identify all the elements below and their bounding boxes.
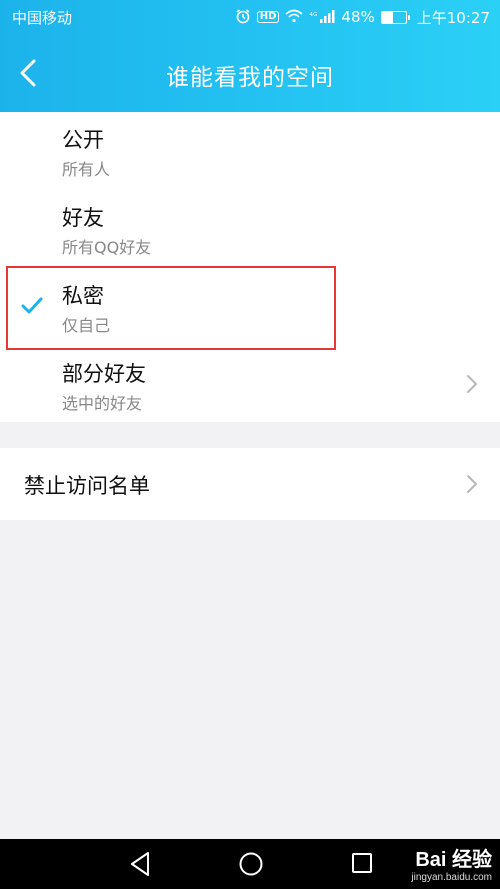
square-recents-icon (352, 853, 372, 873)
option-subtitle: 所有QQ好友 (62, 238, 152, 257)
option-title: 好友 (62, 206, 104, 230)
system-nav-bar: Bai 经验 jingyan.baidu.com (0, 839, 500, 889)
chevron-right-icon (466, 374, 478, 398)
clock: 上午10:27 (416, 8, 490, 27)
option-friends[interactable]: 好友 所有QQ好友 (0, 190, 500, 268)
option-some-friends[interactable]: 部分好友 选中的好友 (0, 346, 500, 424)
watermark-main: Bai 经验 (415, 849, 492, 871)
block-list-item[interactable]: 禁止访问名单 (0, 448, 500, 520)
checkmark-icon (20, 296, 44, 320)
block-list-section: 禁止访问名单 (0, 448, 500, 520)
nav-back-button[interactable] (128, 851, 152, 881)
circle-home-icon (239, 852, 263, 876)
status-bar: 中国移动 HD ⁴ᴳ 48% 上午10:27 (0, 0, 500, 34)
alarm-icon (235, 8, 251, 27)
watermark-sub: jingyan.baidu.com (411, 872, 492, 883)
option-subtitle: 仅自己 (62, 316, 111, 335)
battery-level (381, 11, 394, 23)
option-public[interactable]: 公开 所有人 (0, 112, 500, 190)
app-header: 中国移动 HD ⁴ᴳ 48% 上午10:27 谁能看我的空间 (0, 0, 500, 112)
signal-icon (319, 9, 335, 26)
visibility-options: 公开 所有人 好友 所有QQ好友 私密 仅自己 部分好友 选中的好友 (0, 112, 500, 422)
option-subtitle: 选中的好友 (62, 394, 143, 413)
nav-home-button[interactable] (238, 851, 264, 881)
wifi-icon (285, 9, 303, 26)
network-type-icon: ⁴ᴳ (309, 11, 318, 22)
option-title: 私密 (62, 284, 104, 308)
nav-bar: 谁能看我的空间 (0, 34, 500, 112)
triangle-back-icon (131, 852, 149, 876)
option-title: 公开 (62, 128, 104, 152)
battery-icon (380, 10, 410, 24)
battery-percent: 48% (341, 8, 375, 26)
option-subtitle: 所有人 (62, 160, 111, 179)
carrier-name: 中国移动 (12, 8, 73, 27)
chevron-right-icon (466, 474, 478, 498)
option-private[interactable]: 私密 仅自己 (0, 268, 500, 346)
hd-voice-icon: HD (256, 11, 280, 23)
status-icons: HD ⁴ᴳ 48% 上午10:27 (235, 7, 490, 28)
baidu-jingyan-watermark: Bai 经验 jingyan.baidu.com (411, 843, 492, 883)
option-title: 部分好友 (62, 362, 146, 386)
page-title: 谁能看我的空间 (166, 65, 334, 91)
nav-recents-button[interactable] (350, 851, 374, 879)
block-list-label: 禁止访问名单 (24, 474, 150, 498)
